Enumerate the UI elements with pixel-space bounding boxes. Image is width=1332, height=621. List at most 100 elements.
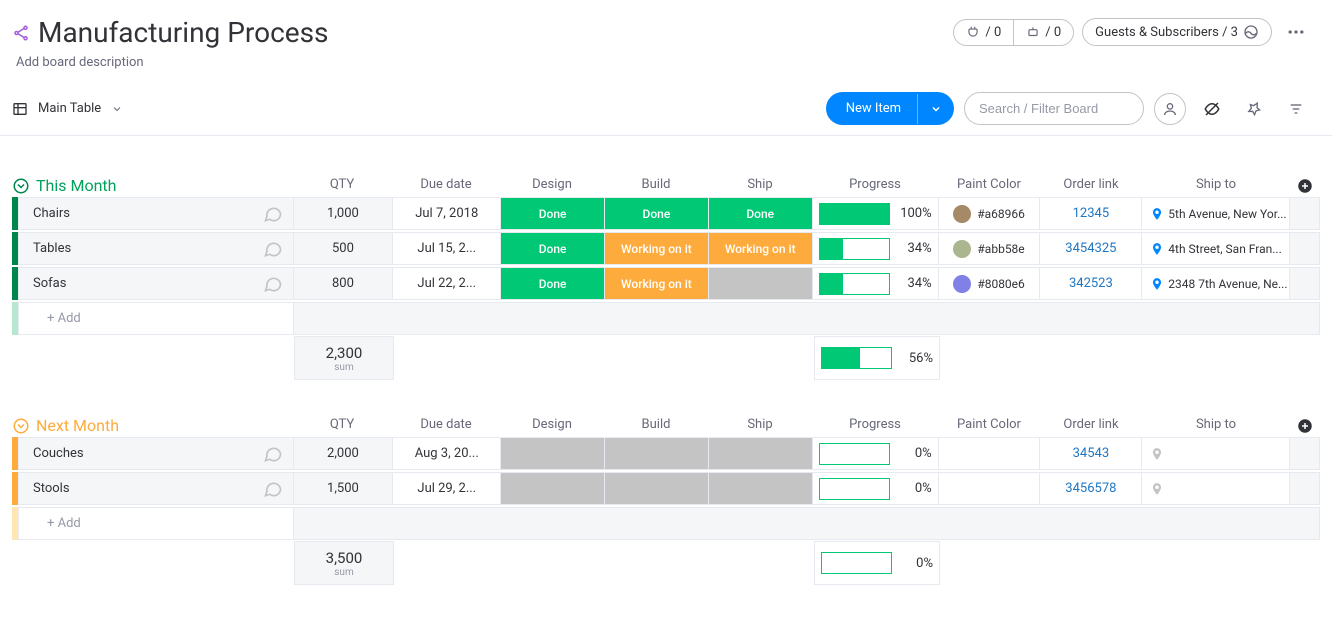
due-cell[interactable]: Jul 22, 2... <box>393 267 501 300</box>
due-cell[interactable]: Jul 15, 2... <box>393 232 501 265</box>
item-name[interactable]: Tables <box>33 241 71 256</box>
column-header-paint[interactable]: Paint Color <box>938 417 1040 435</box>
view-selector[interactable]: Main Table <box>12 101 123 117</box>
column-header-due[interactable]: Due date <box>392 177 500 195</box>
item-name[interactable]: Sofas <box>33 276 66 291</box>
hide-columns-button[interactable] <box>1196 93 1228 125</box>
ship-to-cell[interactable]: 2348 7th Avenue, Ne... <box>1142 267 1290 300</box>
chat-icon[interactable] <box>263 479 283 499</box>
color-dot <box>953 205 971 223</box>
status-cell[interactable]: Done <box>501 197 605 230</box>
pin-button[interactable] <box>1238 93 1270 125</box>
chat-icon[interactable] <box>263 274 283 294</box>
paint-cell[interactable]: #a68966 <box>939 197 1041 230</box>
due-cell[interactable]: Aug 3, 20... <box>393 437 501 470</box>
more-menu-icon[interactable] <box>1280 16 1312 48</box>
status-cell[interactable]: Done <box>501 267 605 300</box>
column-header-build[interactable]: Build <box>604 417 708 435</box>
column-header-design[interactable]: Design <box>500 417 604 435</box>
add-column-button[interactable] <box>1290 417 1320 435</box>
order-link-cell[interactable]: 12345 <box>1040 197 1142 230</box>
order-link-cell[interactable]: 34543 <box>1040 437 1142 470</box>
filter-button[interactable] <box>1280 93 1312 125</box>
column-header-paint[interactable]: Paint Color <box>938 177 1040 195</box>
order-link-cell[interactable]: 3454325 <box>1040 232 1142 265</box>
qty-cell[interactable]: 2,000 <box>294 437 394 470</box>
search-input[interactable] <box>964 92 1144 125</box>
status-cell[interactable] <box>709 472 813 505</box>
status-cell[interactable] <box>501 437 605 470</box>
column-header-order[interactable]: Order link <box>1040 177 1142 195</box>
guests-button[interactable]: Guests & Subscribers / 3 <box>1082 18 1272 46</box>
due-cell[interactable]: Jul 29, 2... <box>393 472 501 505</box>
row-end <box>1290 472 1320 505</box>
status-cell[interactable]: Done <box>709 197 813 230</box>
add-column-button[interactable] <box>1290 177 1320 195</box>
table-icon <box>12 101 28 117</box>
status-cell[interactable]: Working on it <box>605 267 709 300</box>
chat-icon[interactable] <box>263 239 283 259</box>
ship-to-cell[interactable] <box>1142 437 1290 470</box>
item-name[interactable]: Stools <box>33 481 70 496</box>
column-header-ship[interactable]: Ship <box>708 417 812 435</box>
ship-to-cell[interactable] <box>1142 472 1290 505</box>
board-title[interactable]: Manufacturing Process <box>38 16 328 49</box>
group-collapse-icon[interactable] <box>12 417 30 435</box>
order-link-cell[interactable]: 342523 <box>1040 267 1142 300</box>
column-header-design[interactable]: Design <box>500 177 604 195</box>
automations-button[interactable]: / 0 <box>1014 20 1073 45</box>
qty-cell[interactable]: 1,000 <box>294 197 394 230</box>
status-cell[interactable]: Done <box>605 197 709 230</box>
table-row[interactable]: Tables 500 Jul 15, 2... DoneWorking on i… <box>12 232 1320 265</box>
chat-icon[interactable] <box>263 204 283 224</box>
qty-cell[interactable]: 500 <box>294 232 394 265</box>
status-cell[interactable]: Working on it <box>605 232 709 265</box>
board-description[interactable]: Add board description <box>16 55 328 70</box>
new-item-dropdown[interactable] <box>917 94 954 124</box>
column-header-qty[interactable]: QTY <box>292 177 392 195</box>
location-pin-icon <box>1150 207 1164 221</box>
paint-cell[interactable] <box>939 437 1041 470</box>
status-cell[interactable] <box>709 437 813 470</box>
status-cell[interactable]: Working on it <box>709 232 813 265</box>
column-header-progress[interactable]: Progress <box>812 177 938 195</box>
due-cell[interactable]: Jul 7, 2018 <box>393 197 501 230</box>
paint-cell[interactable]: #8080e6 <box>939 267 1041 300</box>
column-header-progress[interactable]: Progress <box>812 417 938 435</box>
status-cell[interactable]: Done <box>501 232 605 265</box>
add-item-button[interactable]: + Add <box>18 302 294 335</box>
qty-cell[interactable]: 1,500 <box>294 472 394 505</box>
ship-to-cell[interactable]: 5th Avenue, New Yor... <box>1142 197 1290 230</box>
table-row[interactable]: Sofas 800 Jul 22, 2... DoneWorking on it… <box>12 267 1320 300</box>
ship-to-cell[interactable]: 4th Street, San Fran... <box>1142 232 1290 265</box>
paint-cell[interactable] <box>939 472 1041 505</box>
status-cell[interactable] <box>605 472 709 505</box>
progress-cell: 34% <box>813 232 939 265</box>
add-item-button[interactable]: + Add <box>18 507 294 540</box>
column-header-shipto[interactable]: Ship to <box>1142 177 1290 195</box>
column-header-order[interactable]: Order link <box>1040 417 1142 435</box>
status-cell[interactable] <box>709 267 813 300</box>
person-filter-button[interactable] <box>1154 93 1186 125</box>
group-collapse-icon[interactable] <box>12 177 30 195</box>
integrations-button[interactable]: / 0 <box>954 20 1014 45</box>
status-cell[interactable] <box>501 472 605 505</box>
table-row[interactable]: Stools 1,500 Jul 29, 2... 0% 3456578 <box>12 472 1320 505</box>
item-name[interactable]: Chairs <box>33 206 70 221</box>
chat-icon[interactable] <box>263 444 283 464</box>
qty-cell[interactable]: 800 <box>294 267 394 300</box>
table-row[interactable]: Couches 2,000 Aug 3, 20... 0% 34543 <box>12 437 1320 470</box>
order-link-cell[interactable]: 3456578 <box>1040 472 1142 505</box>
column-header-ship[interactable]: Ship <box>708 177 812 195</box>
column-header-build[interactable]: Build <box>604 177 708 195</box>
column-header-due[interactable]: Due date <box>392 417 500 435</box>
item-name[interactable]: Couches <box>33 446 84 461</box>
column-header-qty[interactable]: QTY <box>292 417 392 435</box>
paint-cell[interactable]: #abb58e <box>939 232 1041 265</box>
table-row[interactable]: Chairs 1,000 Jul 7, 2018 DoneDoneDone 10… <box>12 197 1320 230</box>
group-title[interactable]: Next Month <box>36 416 119 435</box>
status-cell[interactable] <box>605 437 709 470</box>
group-title[interactable]: This Month <box>36 176 116 195</box>
new-item-button[interactable]: New Item <box>826 92 954 125</box>
column-header-shipto[interactable]: Ship to <box>1142 417 1290 435</box>
